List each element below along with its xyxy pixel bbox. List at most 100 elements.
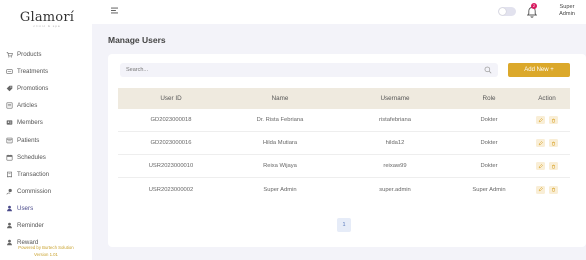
search-input[interactable]: [120, 63, 498, 77]
sidebar-item-label: Schedules: [17, 153, 46, 161]
cell-user-id: USR2023000002: [148, 186, 194, 193]
menu-icon[interactable]: [111, 7, 118, 14]
sidebar-item-label: Promotions: [17, 85, 49, 93]
delete-button[interactable]: [549, 162, 558, 170]
sidebar: Glamorí clinic & spa Products Treatments…: [0, 0, 92, 260]
sidebar-item-label: Members: [17, 119, 43, 127]
cell-username: hilda12: [385, 140, 405, 146]
sidebar-item-label: Articles: [17, 102, 38, 110]
user-icon: [7, 222, 12, 229]
sidebar-item-label: Transaction: [17, 170, 50, 178]
sidebar-item-label: Users: [17, 204, 34, 212]
transaction-icon: [7, 171, 12, 178]
table-row: USR2023000010 Reixa Wijaya reixaw99 Dokt…: [118, 155, 570, 178]
sidebar-item-patients[interactable]: Patients: [6, 131, 90, 148]
trash-icon: [552, 187, 555, 192]
sidebar-item-commission[interactable]: Commission: [6, 183, 90, 200]
cell-actions: [524, 162, 570, 170]
cell-username: super.admin: [379, 186, 411, 193]
edit-icon: [538, 163, 543, 168]
user-icon: [7, 205, 12, 212]
add-new-button[interactable]: Add New +: [508, 63, 570, 77]
notification-badge: 2: [531, 3, 537, 9]
sidebar-item-members[interactable]: Members: [6, 114, 90, 131]
sidebar-item-treatments[interactable]: Treatments: [6, 63, 90, 80]
column-header-name[interactable]: Name: [224, 95, 336, 102]
table-row: GD2023000016 Hilda Mutiara hilda12 Dokte…: [118, 132, 570, 155]
delete-button[interactable]: [549, 139, 558, 147]
user-menu[interactable]: Super Admin: [552, 4, 582, 18]
card-icon: [6, 69, 13, 74]
sidebar-item-products[interactable]: Products: [6, 46, 90, 63]
cell-name: Reixa Wijaya: [263, 163, 297, 169]
search-box: [120, 63, 498, 77]
cell-username: ristafebriana: [379, 117, 411, 123]
cell-user-id: USR2023000010: [148, 163, 194, 169]
patient-icon: [6, 137, 13, 143]
table-row: USR2023000002 Super Admin super.admin Su…: [118, 178, 570, 201]
brand-logo[interactable]: Glamorí clinic & spa: [16, 10, 78, 28]
commission-icon: [6, 188, 12, 195]
cell-name: Super Admin: [263, 186, 297, 193]
column-header-action: Action: [538, 95, 556, 102]
edit-button[interactable]: [536, 139, 545, 147]
cell-actions: [524, 185, 570, 194]
table-header: User ID Name Username Role Action: [118, 88, 570, 109]
delete-button[interactable]: [549, 185, 558, 194]
cell-role: Dokter: [480, 163, 498, 169]
delete-button[interactable]: [549, 116, 558, 124]
edit-icon: [538, 117, 543, 122]
cart-icon: [6, 52, 13, 58]
sidebar-item-users[interactable]: Users: [6, 200, 90, 217]
trash-icon: [552, 164, 555, 169]
search-icon[interactable]: [484, 66, 492, 74]
theme-toggle[interactable]: [498, 7, 516, 16]
cell-role: Dokter: [480, 117, 498, 123]
cell-actions: [524, 116, 570, 124]
sidebar-item-transaction[interactable]: Transaction: [6, 166, 90, 183]
column-header-username[interactable]: Username: [336, 95, 454, 102]
column-header-role[interactable]: Role: [454, 95, 524, 102]
cell-actions: [524, 139, 570, 147]
sidebar-item-schedules[interactable]: Schedules: [6, 149, 90, 166]
trash-icon: [552, 141, 555, 146]
version-text: Version 1.01: [34, 252, 58, 257]
cell-role: Super Admin: [472, 186, 506, 193]
edit-button[interactable]: [536, 162, 545, 170]
cell-user-id: GD2023000016: [150, 140, 192, 146]
member-card-icon: [6, 120, 13, 126]
sidebar-item-label: Patients: [17, 136, 40, 144]
cell-role: Dokter: [480, 140, 498, 146]
powered-by-text: Powered by Burtech Solution: [18, 245, 74, 250]
sidebar-item-label: Commission: [17, 187, 52, 195]
article-icon: [6, 102, 13, 109]
edit-icon: [538, 187, 543, 192]
sidebar-footer: Powered by Burtech Solution Version 1.01: [0, 244, 92, 258]
calendar-icon: [6, 154, 13, 161]
column-header-user-id[interactable]: User ID: [118, 95, 224, 102]
edit-button[interactable]: [536, 116, 545, 124]
user-first-name: Super: [559, 4, 575, 10]
sidebar-item-promotions[interactable]: Promotions: [6, 80, 90, 97]
tag-icon: [6, 85, 13, 92]
sidebar-item-label: Reminder: [17, 221, 44, 229]
brand-name: Glamorí: [19, 10, 75, 25]
sidebar-item-articles[interactable]: Articles: [6, 97, 90, 114]
user-last-name: Admin: [559, 11, 575, 17]
cell-user-id: GD2023000018: [150, 117, 192, 123]
pagination-page-1[interactable]: 1: [337, 218, 351, 232]
trash-icon: [552, 118, 555, 123]
table-row: GD2023000018 Dr. Rista Febriana ristafeb…: [118, 109, 570, 132]
edit-button[interactable]: [536, 185, 545, 194]
users-card: Add New + User ID Name Username Role Act…: [108, 54, 586, 247]
top-bar: 2 Super Admin: [92, 0, 586, 24]
cell-name: Hilda Mutiara: [262, 140, 298, 146]
sidebar-item-label: Products: [17, 51, 42, 59]
sidebar-item-reminder[interactable]: Reminder: [6, 217, 90, 234]
sidebar-item-label: Treatments: [17, 68, 49, 76]
edit-icon: [538, 140, 543, 145]
page-title: Manage Users: [108, 35, 166, 45]
sidebar-nav: Products Treatments Promotions Articles …: [6, 46, 90, 251]
cell-name: Dr. Rista Febriana: [256, 117, 304, 123]
cell-username: reixaw99: [383, 163, 407, 169]
